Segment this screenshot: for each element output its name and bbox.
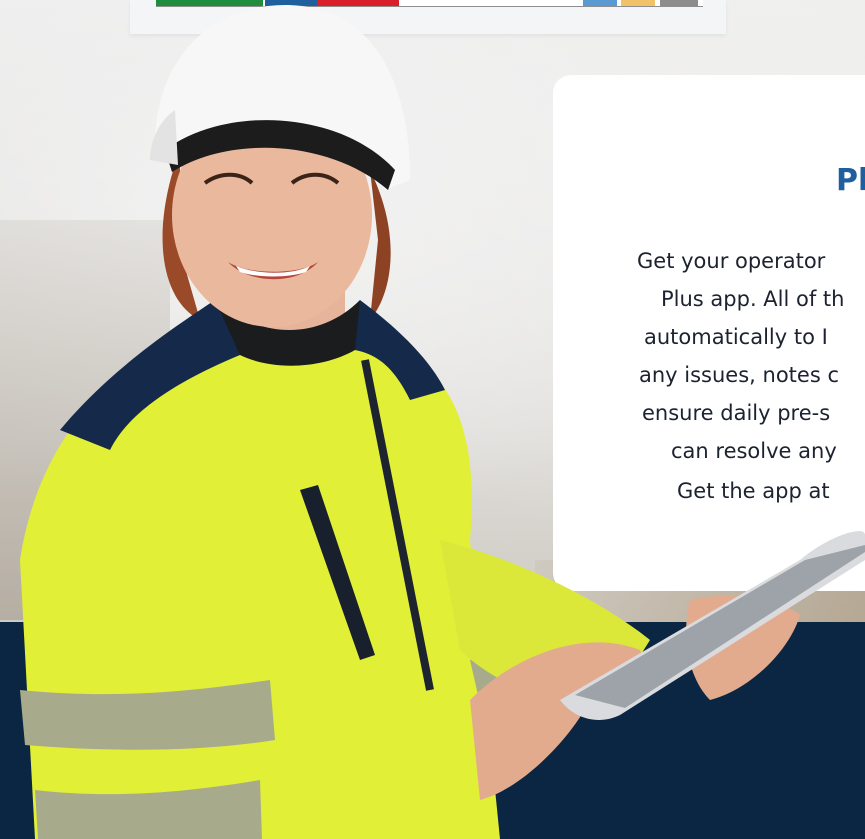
card-line: can resolve any: [671, 439, 837, 463]
card-line: any issues, notes c: [639, 363, 839, 387]
strip-segment: [660, 0, 698, 6]
app-info-text: Pl Get your operator Plus app. All of th…: [553, 75, 865, 591]
strip-segment: [621, 0, 655, 6]
color-strip-card: [130, 0, 726, 34]
strip-segment: [583, 0, 617, 6]
card-line: automatically to I: [644, 325, 828, 349]
strip-segment: [265, 0, 317, 6]
card-line: Plus app. All of th: [661, 287, 845, 311]
strip-segment: [317, 0, 399, 6]
card-line: Get your operator: [637, 249, 826, 273]
strip-segment: [156, 0, 263, 6]
background-machinery-haze: [0, 220, 170, 620]
card-line: Get the app at: [677, 479, 830, 503]
card-line: ensure daily pre-s: [642, 401, 831, 425]
strip-segment: [399, 0, 583, 6]
card-title: Pl: [836, 163, 865, 198]
navy-footer-band: [0, 622, 865, 839]
color-strip: [156, 0, 703, 7]
